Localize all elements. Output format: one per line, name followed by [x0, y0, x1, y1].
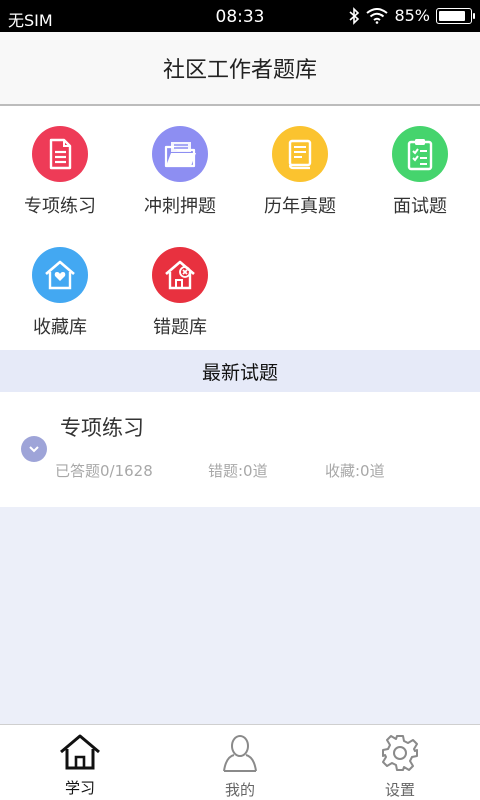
- document-icon: [49, 138, 72, 170]
- answered-count: 已答题0/1628: [55, 462, 153, 480]
- category-label: 面试题: [393, 196, 447, 217]
- status-bar: 无SIM 08:33 85%: [0, 0, 480, 32]
- category-favorites[interactable]: 收藏库: [0, 227, 120, 338]
- category-icon-circle: [392, 126, 448, 182]
- page-title: 社区工作者题库: [162, 58, 317, 83]
- category-label: 错题库: [153, 317, 207, 338]
- battery-percent: 85%: [394, 6, 430, 25]
- gear-icon: [382, 735, 418, 771]
- category-past-exams[interactable]: 历年真题: [240, 106, 360, 217]
- tab-study[interactable]: 学习: [0, 725, 160, 800]
- book-icon: [288, 139, 312, 170]
- person-icon: [223, 735, 257, 772]
- tab-label: 设置: [384, 781, 415, 799]
- house-heart-icon: [45, 260, 75, 290]
- favorites-count: 收藏:0道: [325, 462, 385, 480]
- tab-profile[interactable]: 我的: [160, 725, 320, 800]
- category-interview-questions[interactable]: 面试题: [360, 106, 480, 217]
- category-icon-circle: [32, 247, 88, 303]
- battery-fill: [439, 10, 465, 21]
- category-label: 专项练习: [24, 196, 96, 217]
- tab-label: 学习: [64, 779, 95, 797]
- folder-icon: [164, 142, 196, 168]
- category-icon-circle: [32, 126, 88, 182]
- category-label: 收藏库: [33, 317, 87, 338]
- wifi-icon: [366, 7, 389, 24]
- category-icon-circle: [152, 126, 208, 182]
- category-label: 冲刺押题: [144, 196, 216, 217]
- category-wrong-questions[interactable]: 错题库: [120, 227, 240, 338]
- category-grid: 专项练习 冲刺押题 历年真题 面试题 收藏库 错题库: [0, 106, 480, 350]
- category-icon-circle: [152, 247, 208, 303]
- home-icon: [60, 734, 100, 770]
- bluetooth-icon: [349, 6, 360, 25]
- section-title: 最新试题: [201, 361, 278, 384]
- title-bar: 社区工作者题库: [0, 32, 480, 106]
- chevron-down-icon[interactable]: [21, 436, 47, 462]
- battery-icon: [436, 7, 475, 24]
- wrong-count: 错题:0道: [208, 462, 268, 480]
- latest-practice-item[interactable]: 专项练习 已答题0/1628 错题:0道 收藏:0道: [0, 392, 480, 507]
- bottom-tab-bar: 学习 我的 设置: [0, 724, 480, 800]
- house-x-icon: [165, 260, 195, 290]
- category-label: 历年真题: [264, 196, 336, 217]
- category-special-practice[interactable]: 专项练习: [0, 106, 120, 217]
- category-icon-circle: [272, 126, 328, 182]
- category-sprint-questions[interactable]: 冲刺押题: [120, 106, 240, 217]
- latest-questions-header: 最新试题: [0, 350, 480, 392]
- practice-name: 专项练习: [60, 416, 144, 440]
- tab-settings[interactable]: 设置: [320, 725, 480, 800]
- clipboard-check-icon: [407, 139, 433, 171]
- tab-label: 我的: [224, 781, 255, 799]
